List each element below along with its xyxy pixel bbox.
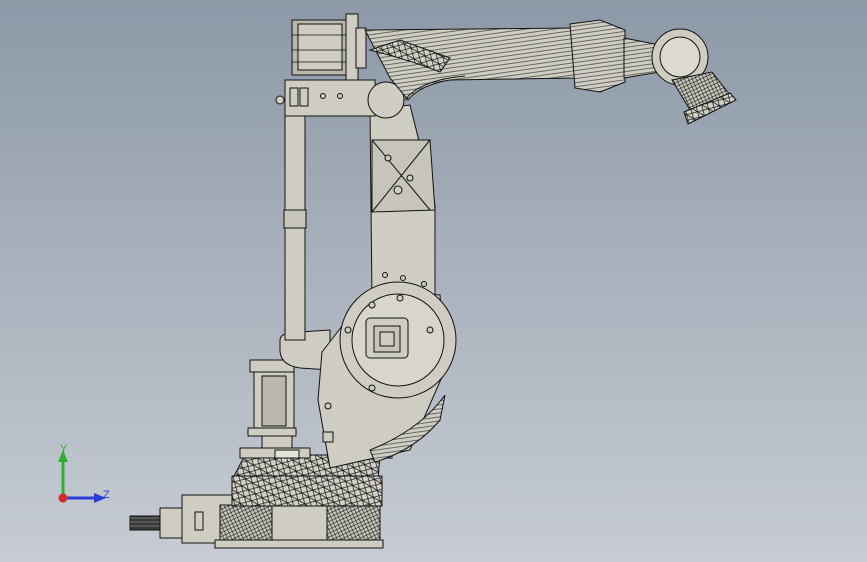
coordinate-triad: Y Z xyxy=(58,443,110,503)
y-axis-label: Y xyxy=(60,443,68,455)
axis2-motor[interactable] xyxy=(247,359,297,449)
forearm[interactable] xyxy=(364,19,661,101)
axis2-joint[interactable] xyxy=(339,281,457,399)
base-cable xyxy=(129,507,191,539)
robot-arm-model[interactable] xyxy=(0,0,867,562)
wrist[interactable] xyxy=(651,28,737,125)
balancer-rod[interactable] xyxy=(283,109,307,341)
graphics-viewport[interactable]: Y Z xyxy=(0,0,867,562)
x-axis-origin xyxy=(58,493,68,503)
axis3-motor[interactable] xyxy=(291,13,367,81)
z-axis-label: Z xyxy=(103,489,110,501)
upper-arm-housing[interactable] xyxy=(275,79,405,119)
